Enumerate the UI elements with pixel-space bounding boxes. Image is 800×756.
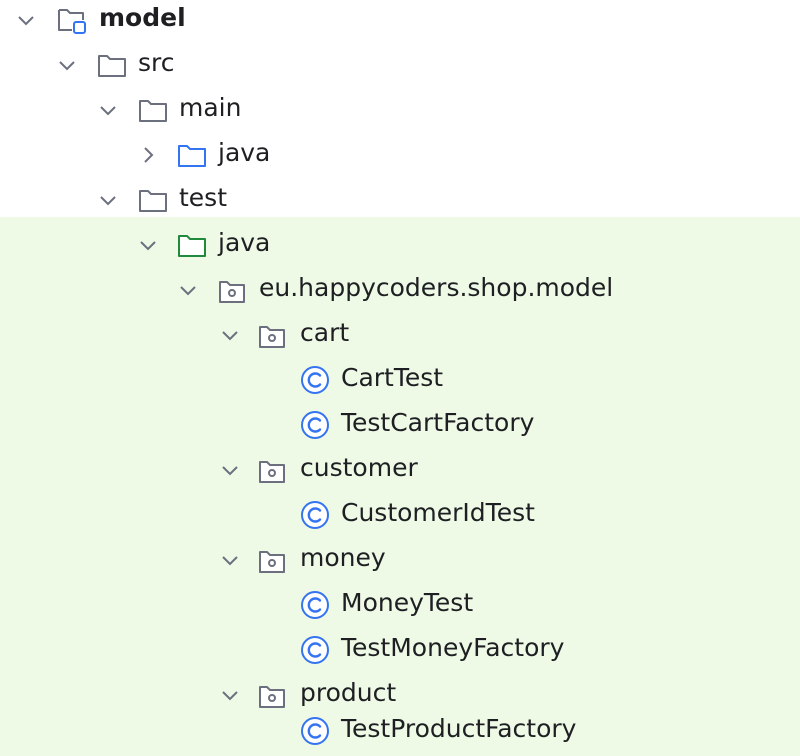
tree-node-label: TestMoneyFactory	[341, 633, 565, 662]
tree-node-label: main	[179, 93, 242, 122]
package-icon	[219, 281, 245, 303]
tree-node-src[interactable]: src	[0, 45, 800, 90]
module-icon	[58, 9, 86, 34]
chevron-down-icon[interactable]	[218, 548, 242, 572]
tree-node-customer-id-test[interactable]: CustomerIdTest	[0, 495, 800, 540]
tree-node-money-test[interactable]: MoneyTest	[0, 585, 800, 630]
project-tree: model src main java test java eu.happyco…	[0, 0, 800, 756]
package-icon	[259, 686, 285, 708]
package-icon	[259, 326, 285, 348]
tree-node-cart[interactable]: cart	[0, 315, 800, 360]
chevron-down-icon[interactable]	[136, 233, 160, 257]
tree-node-test-java[interactable]: java	[0, 225, 800, 270]
tree-node-label: TestCartFactory	[341, 408, 535, 437]
class-icon	[301, 717, 329, 745]
folder-icon	[139, 190, 167, 212]
tree-node-label: CartTest	[341, 363, 444, 392]
tree-node-label: CustomerIdTest	[341, 498, 535, 527]
tree-node-label: money	[300, 543, 386, 572]
chevron-right-icon[interactable]	[136, 143, 160, 167]
tree-node-main-java[interactable]: java	[0, 135, 800, 180]
tree-node-model[interactable]: model	[0, 0, 800, 45]
class-icon	[301, 411, 329, 439]
tree-node-label: test	[179, 183, 228, 212]
tree-node-label: customer	[300, 453, 418, 482]
folder-icon	[139, 100, 167, 122]
chevron-down-icon[interactable]	[96, 98, 120, 122]
tree-node-money[interactable]: money	[0, 540, 800, 585]
class-icon	[301, 501, 329, 529]
class-icon	[301, 366, 329, 394]
source-root-folder-icon	[178, 145, 206, 167]
chevron-down-icon[interactable]	[218, 458, 242, 482]
tree-node-package-root[interactable]: eu.happycoders.shop.model	[0, 270, 800, 315]
tree-node-label: java	[218, 138, 271, 167]
tree-node-main[interactable]: main	[0, 90, 800, 135]
test-root-folder-icon	[178, 235, 206, 257]
tree-node-label: src	[138, 48, 175, 77]
tree-node-customer[interactable]: customer	[0, 450, 800, 495]
folder-icon	[98, 55, 126, 77]
tree-node-test-money-factory[interactable]: TestMoneyFactory	[0, 630, 800, 675]
chevron-down-icon[interactable]	[218, 683, 242, 707]
tree-node-test[interactable]: test	[0, 180, 800, 225]
tree-node-label: TestProductFactory	[341, 714, 577, 743]
tree-node-label: cart	[300, 318, 350, 347]
package-icon	[259, 461, 285, 483]
chevron-down-icon[interactable]	[218, 323, 242, 347]
tree-node-label: eu.happycoders.shop.model	[259, 273, 614, 302]
chevron-down-icon[interactable]	[55, 53, 79, 77]
class-icon	[301, 591, 329, 619]
tree-node-label: java	[218, 228, 271, 257]
chevron-down-icon[interactable]	[176, 278, 200, 302]
package-icon	[259, 551, 285, 573]
tree-node-test-product-factory[interactable]: TestProductFactory	[0, 711, 800, 756]
tree-node-test-cart-factory[interactable]: TestCartFactory	[0, 405, 800, 450]
chevron-down-icon[interactable]	[14, 8, 38, 32]
class-icon	[301, 636, 329, 664]
tree-node-label: model	[99, 3, 186, 32]
tree-node-cart-test[interactable]: CartTest	[0, 360, 800, 405]
tree-node-label: MoneyTest	[341, 588, 474, 617]
chevron-down-icon[interactable]	[96, 188, 120, 212]
